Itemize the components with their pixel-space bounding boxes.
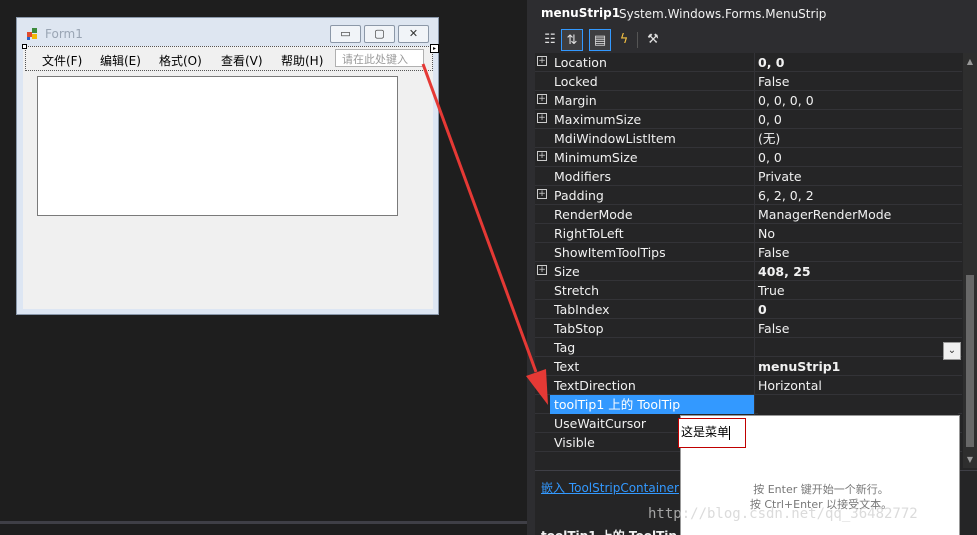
arrow-shaft	[421, 63, 538, 373]
arrow-head	[526, 369, 548, 405]
annotation-arrow	[421, 63, 548, 405]
screen: Form1 ▭ ▢ ✕ 文件(F) 编辑(E) 格式(O) 查看(V) 帮助(H…	[0, 0, 977, 535]
watermark: http://blog.csdn.net/qq_36482772	[648, 506, 918, 522]
